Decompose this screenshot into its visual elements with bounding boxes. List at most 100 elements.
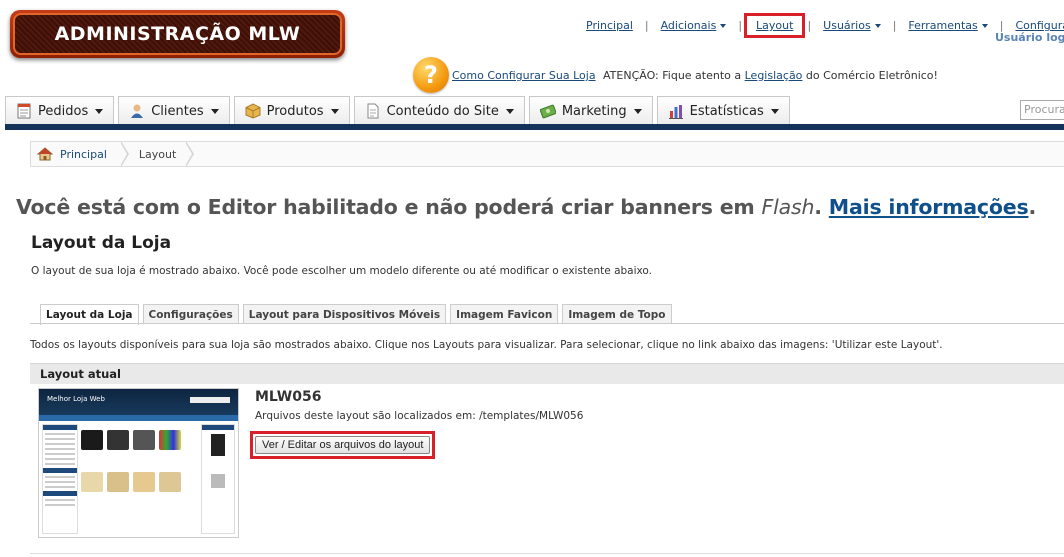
tab-layout-da-loja[interactable]: Layout da Loja bbox=[40, 304, 139, 325]
thumbnail-line bbox=[45, 476, 75, 478]
thumbnail-line bbox=[45, 486, 75, 488]
thumbnail-product bbox=[107, 430, 129, 450]
products-icon bbox=[245, 103, 261, 119]
chevron-down-icon bbox=[633, 108, 642, 114]
attention-prefix: ATENÇÃO: Fique atento a bbox=[603, 69, 745, 82]
thumbnail-products bbox=[81, 424, 198, 534]
top-navigation: Principal | Adicionais | Layout | Usuári… bbox=[586, 13, 1064, 38]
thumbnail-line bbox=[45, 443, 75, 445]
menu-produtos-label: Produtos bbox=[266, 103, 324, 119]
statistics-icon bbox=[668, 103, 684, 119]
topnav-adicionais-label[interactable]: Adicionais bbox=[661, 19, 717, 32]
attention-suffix: do Comércio Eletrônico! bbox=[802, 69, 938, 82]
chevron-down-icon bbox=[981, 24, 988, 28]
thumbnail-line bbox=[45, 504, 75, 506]
thumbnail-product bbox=[107, 472, 129, 492]
menu-clientes[interactable]: Clientes bbox=[118, 96, 230, 125]
thumbnail-product bbox=[159, 430, 181, 450]
chevron-down-icon bbox=[505, 108, 514, 114]
topnav-separator: | bbox=[644, 19, 649, 32]
thumbnail-search bbox=[190, 397, 230, 403]
page-title: Layout da Loja bbox=[31, 233, 172, 253]
thumbnail-item bbox=[211, 474, 225, 488]
chevron-down-icon bbox=[770, 108, 779, 114]
logo-frame: ADMINISTRAÇÃO MLW bbox=[13, 13, 342, 55]
thumbnail-right-bar bbox=[202, 425, 234, 430]
thumbnail-line bbox=[45, 438, 75, 440]
thumbnail-sidebar-bar bbox=[43, 425, 77, 430]
thumbnail-product bbox=[133, 472, 155, 492]
customers-icon bbox=[129, 103, 145, 119]
topnav-separator: | bbox=[892, 19, 897, 32]
topnav-separator: | bbox=[738, 19, 743, 32]
breadcrumb-separator bbox=[119, 141, 129, 167]
topnav-adicionais[interactable]: Adicionais bbox=[661, 19, 727, 32]
topnav-layout-highlight: Layout bbox=[744, 13, 806, 38]
thumbnail-body bbox=[39, 421, 238, 537]
legislation-link[interactable]: Legislação bbox=[745, 69, 803, 82]
tab-mobile-layout[interactable]: Layout para Dispositivos Móveis bbox=[242, 304, 447, 324]
thumbnail-line bbox=[45, 458, 75, 460]
more-info-link[interactable]: Mais informações bbox=[829, 195, 1029, 219]
section-bottom-border bbox=[30, 553, 1064, 554]
layout-thumbnail[interactable]: Melhor Loja Web bbox=[38, 388, 239, 538]
menu-estatisticas-label: Estatísticas bbox=[689, 103, 764, 119]
page-description: O layout de sua loja é mostrado abaixo. … bbox=[31, 265, 653, 277]
thumbnail-line bbox=[45, 499, 75, 501]
menu-conteudo[interactable]: Conteúdo do Site bbox=[353, 96, 525, 125]
thumbnail-sidebar-bar bbox=[43, 491, 77, 496]
breadcrumb-home-label[interactable]: Principal bbox=[60, 148, 107, 161]
chevron-down-icon bbox=[874, 24, 881, 28]
chevron-down-icon bbox=[330, 108, 339, 114]
edit-layout-files-button[interactable]: Ver / Editar os arquivos do layout bbox=[255, 436, 431, 454]
home-icon bbox=[36, 147, 54, 161]
breadcrumb-home[interactable]: Principal bbox=[31, 142, 121, 166]
topnav-usuarios-label[interactable]: Usuários bbox=[823, 19, 871, 32]
tabs-underline bbox=[30, 323, 1064, 324]
edit-button-highlight: Ver / Editar os arquivos do layout bbox=[250, 431, 436, 459]
thumbnail-product bbox=[81, 430, 103, 450]
current-layout-header: Layout atual bbox=[30, 363, 1064, 384]
menu-pedidos[interactable]: Pedidos bbox=[5, 96, 115, 125]
layouts-description: Todos os layouts disponíveis para sua lo… bbox=[30, 339, 943, 351]
flash-warning-suffix: . bbox=[1028, 195, 1037, 219]
thumbnail-product bbox=[159, 472, 181, 492]
topnav-principal[interactable]: Principal bbox=[586, 19, 633, 32]
user-login-text: Usuário loga bbox=[995, 31, 1064, 44]
thumbnail-line bbox=[45, 481, 75, 483]
content-icon bbox=[365, 103, 381, 119]
flash-warning-middle: . bbox=[814, 195, 829, 219]
topnav-ferramentas-label[interactable]: Ferramentas bbox=[908, 19, 977, 32]
flash-warning-prefix: Você está com o Editor habilitado e não … bbox=[16, 195, 762, 219]
main-menu: Pedidos Clientes Produtos Conteúdo do Si… bbox=[5, 96, 794, 125]
tab-top-image[interactable]: Imagem de Topo bbox=[562, 304, 672, 324]
layout-tabs: Layout da Loja Configurações Layout para… bbox=[40, 304, 676, 325]
menu-marketing[interactable]: Marketing bbox=[528, 96, 653, 125]
thumbnail-sidebar-bar bbox=[43, 468, 77, 473]
thumbnail-right-column bbox=[201, 424, 235, 534]
flash-warning: Você está com o Editor habilitado e não … bbox=[16, 195, 1036, 219]
orders-icon bbox=[16, 103, 32, 119]
tab-favicon[interactable]: Imagem Favicon bbox=[450, 304, 559, 324]
topnav-usuarios[interactable]: Usuários bbox=[823, 19, 881, 32]
chevron-down-icon bbox=[95, 108, 104, 114]
admin-logo[interactable]: ADMINISTRAÇÃO MLW bbox=[10, 10, 345, 58]
thumbnail-line bbox=[45, 448, 75, 450]
flash-warning-emphasis: Flash bbox=[761, 195, 815, 219]
tab-configuracoes[interactable]: Configurações bbox=[142, 304, 239, 324]
search-input[interactable]: Procurar bbox=[1020, 100, 1064, 120]
thumbnail-product bbox=[133, 430, 155, 450]
thumbnail-sidebar bbox=[42, 424, 78, 534]
menu-pedidos-label: Pedidos bbox=[38, 103, 89, 119]
menu-estatisticas[interactable]: Estatísticas bbox=[656, 96, 790, 125]
topnav-layout[interactable]: Layout bbox=[756, 19, 793, 32]
help-configure-link[interactable]: Como Configurar Sua Loja bbox=[452, 69, 596, 82]
menu-produtos[interactable]: Produtos bbox=[233, 96, 350, 125]
thumbnail-line bbox=[45, 463, 75, 465]
chevron-down-icon bbox=[210, 108, 219, 114]
menu-conteudo-label: Conteúdo do Site bbox=[386, 103, 499, 119]
topnav-ferramentas[interactable]: Ferramentas bbox=[908, 19, 988, 32]
menu-clientes-label: Clientes bbox=[151, 103, 204, 119]
question-icon[interactable]: ? bbox=[413, 57, 449, 93]
topnav-separator: | bbox=[807, 19, 812, 32]
